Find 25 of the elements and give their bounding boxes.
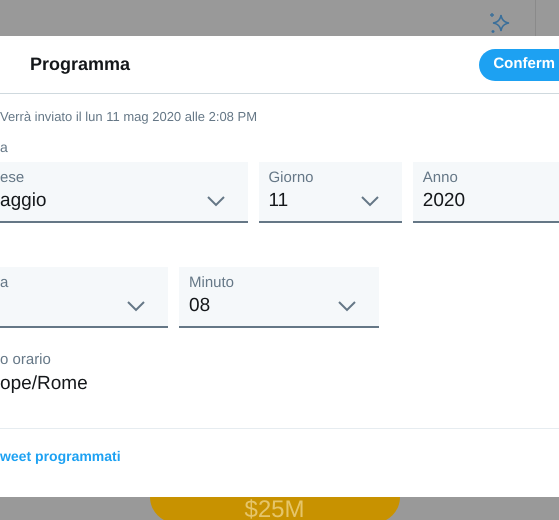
- chevron-down-icon: [360, 195, 380, 207]
- date-select[interactable]: a: [0, 267, 168, 328]
- date-select[interactable]: Giorno 11: [258, 162, 402, 223]
- chevron-down-icon: [337, 300, 357, 312]
- timezone-label: o orario: [0, 350, 52, 370]
- sparkle-icon[interactable]: [489, 12, 511, 34]
- amount-label: $25M: [244, 497, 305, 520]
- field-label: Minuto: [189, 273, 236, 293]
- field-label: a: [0, 273, 10, 293]
- section-label: a: [0, 138, 8, 157]
- chevron-down-icon: [126, 300, 146, 312]
- field-value: 11: [268, 189, 288, 213]
- field-value: 2020: [422, 189, 466, 213]
- field-value: 08: [189, 294, 210, 318]
- field-label: ese: [0, 168, 26, 188]
- date-select[interactable]: ese aggio: [0, 162, 248, 223]
- chevron-down-icon: [206, 195, 226, 207]
- date-select[interactable]: Anno 2020: [412, 162, 559, 223]
- schedule-summary: Verrà inviato il lun 11 mag 2020 alle 2:08 PM: [0, 108, 258, 126]
- date-select[interactable]: Minuto 08: [179, 267, 379, 328]
- timezone-value: ope/Rome: [0, 372, 89, 396]
- dialog-title: Programma: [29, 53, 130, 76]
- field-label: Giorno: [268, 168, 315, 188]
- field-label: Anno: [422, 168, 459, 188]
- field-value: aggio: [0, 189, 46, 213]
